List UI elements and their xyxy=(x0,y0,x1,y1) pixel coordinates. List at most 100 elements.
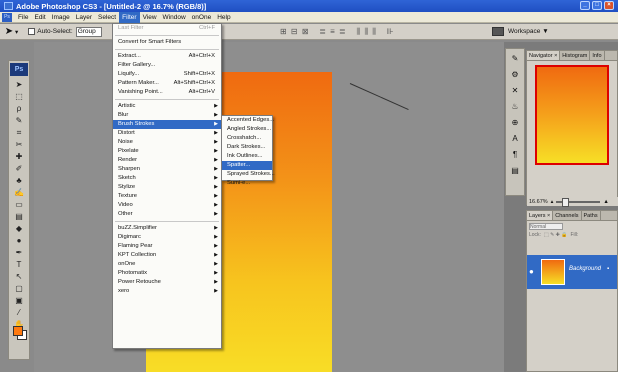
path-select-icon[interactable]: ↖ xyxy=(10,271,28,282)
dodge-tool-icon[interactable]: ● xyxy=(10,235,28,246)
filter-item-digimarc[interactable]: Digimarc ▶ xyxy=(113,233,221,242)
brush-item-dark-strokes[interactable]: Dark Strokes... xyxy=(222,143,272,152)
auto-select-dropdown[interactable]: Group xyxy=(75,26,102,37)
blur-tool-icon[interactable]: ◆ xyxy=(10,223,28,234)
workspace-label[interactable]: Workspace ▼ xyxy=(508,28,549,35)
filter-item-other[interactable]: Other ▶ xyxy=(113,210,221,219)
tab-navigator[interactable]: Navigator × xyxy=(527,51,561,60)
move-tool-icon[interactable]: ➤ xyxy=(3,26,15,38)
menu-layer[interactable]: Layer xyxy=(73,12,95,23)
filter-item-render[interactable]: Render ▶ xyxy=(113,156,221,165)
filter-item-convert-for-smart-filters[interactable]: Convert for Smart Filters xyxy=(113,38,221,47)
filter-item-flaming-pear[interactable]: Flaming Pear ▶ xyxy=(113,242,221,251)
type-tool-icon[interactable]: T xyxy=(10,259,28,270)
history-brush-icon[interactable]: ✍ xyxy=(10,187,28,198)
menu-window[interactable]: Window xyxy=(160,12,189,23)
pen-tool-icon[interactable]: ✒ xyxy=(10,247,28,258)
menu-file[interactable]: File xyxy=(15,12,31,23)
filter-item-xero[interactable]: xero ▶ xyxy=(113,287,221,296)
menu-image[interactable]: Image xyxy=(49,12,73,23)
document-area[interactable] xyxy=(34,42,504,372)
brush-item-angled-strokes[interactable]: Angled Strokes... xyxy=(222,125,272,134)
zoom-value[interactable]: 16.67% xyxy=(529,199,548,205)
brush-item-sumi-e[interactable]: Sumi-e... xyxy=(222,179,272,188)
filter-item-artistic[interactable]: Artistic ▶ xyxy=(113,102,221,111)
filter-item-liquify[interactable]: Liquify... Shift+Ctrl+X xyxy=(113,70,221,79)
visibility-eye-icon[interactable]: ● xyxy=(529,267,539,276)
brush-tool-icon[interactable]: ✐ xyxy=(10,163,28,174)
paragraph-panel-icon[interactable]: ¶ xyxy=(508,148,522,161)
marquee-tool-icon[interactable]: ⬚ xyxy=(10,91,28,102)
filter-item-distort[interactable]: Distort ▶ xyxy=(113,129,221,138)
tab-layers[interactable]: Layers × xyxy=(527,211,554,220)
filter-item-onone[interactable]: onOne ▶ xyxy=(113,260,221,269)
move-tool-icon[interactable]: ➤ xyxy=(10,79,28,90)
quick-select-tool-icon[interactable]: ✎ xyxy=(10,115,28,126)
bridge-icon[interactable] xyxy=(492,27,504,36)
clone-stamp-icon[interactable]: ♣ xyxy=(10,175,28,186)
filter-item-kpt-collection[interactable]: KPT Collection ▶ xyxy=(113,251,221,260)
lock-icons[interactable]: ⬚ ✎ ✚ 🔒 xyxy=(544,232,568,238)
filter-item-video[interactable]: Video ▶ xyxy=(113,201,221,210)
menu-select[interactable]: Select xyxy=(95,12,119,23)
filter-item-extract[interactable]: Extract... Alt+Ctrl+X xyxy=(113,52,221,61)
shape-tool-icon[interactable]: ▢ xyxy=(10,283,28,294)
blend-mode-select[interactable]: Normal xyxy=(529,223,563,230)
tab-channels[interactable]: Channels xyxy=(553,211,582,220)
healing-brush-icon[interactable]: ✚ xyxy=(10,151,28,162)
filter-item-brush-strokes[interactable]: Brush Strokes ▶ xyxy=(113,120,221,129)
zoom-in-icon[interactable]: ▲ xyxy=(603,199,608,205)
eraser-tool-icon[interactable]: ▭ xyxy=(10,199,28,210)
workspace-switcher[interactable]: Workspace ▼ xyxy=(492,27,549,36)
filter-item-texture[interactable]: Texture ▶ xyxy=(113,192,221,201)
filter-item-filter-gallery[interactable]: Filter Gallery... xyxy=(113,61,221,70)
notes-tool-icon[interactable]: ▣ xyxy=(10,295,28,306)
filter-item-photomatix[interactable]: Photomatix ▶ xyxy=(113,269,221,278)
info-panel-icon[interactable]: ▤ xyxy=(508,164,522,177)
foreground-color-swatch[interactable] xyxy=(13,326,23,336)
minimize-button[interactable]: _ xyxy=(580,1,590,10)
navigator-preview[interactable] xyxy=(535,65,609,165)
menu-onone[interactable]: onOne xyxy=(189,12,215,23)
gradient-tool-icon[interactable]: ▤ xyxy=(10,211,28,222)
ps-menu-icon[interactable]: Ps xyxy=(2,12,12,22)
eyedropper-tool-icon[interactable]: ⁄ xyxy=(10,307,28,318)
tool-preset-arrow-icon[interactable]: ▾ xyxy=(15,28,18,36)
filter-item-pattern-maker[interactable]: Pattern Maker... Alt+Shift+Ctrl+X xyxy=(113,79,221,88)
layer-row-background[interactable]: ● Background ▪ xyxy=(527,255,617,289)
tab-info[interactable]: Info xyxy=(590,51,605,60)
filter-item-sketch[interactable]: Sketch ▶ xyxy=(113,174,221,183)
align-distribute-icons[interactable]: ⊞ ⊟ ⊠ ≣ ≡ ≣ ⫼ ⫼ ⫼ ⊪ xyxy=(280,27,395,37)
menu-edit[interactable]: Edit xyxy=(31,12,48,23)
menu-view[interactable]: View xyxy=(140,12,160,23)
zoom-slider[interactable] xyxy=(556,197,601,207)
filter-item-blur[interactable]: Blur ▶ xyxy=(113,111,221,120)
auto-select-checkbox[interactable] xyxy=(28,28,36,35)
brush-item-spatter[interactable]: Spatter... xyxy=(222,161,272,170)
maximize-button[interactable]: □ xyxy=(592,1,602,10)
zoom-out-icon[interactable]: ▴ xyxy=(551,199,554,205)
filter-item-sharpen[interactable]: Sharpen ▶ xyxy=(113,165,221,174)
filter-item-pixelate[interactable]: Pixelate ▶ xyxy=(113,147,221,156)
slice-tool-icon[interactable]: ✂ xyxy=(10,139,28,150)
clone-source-icon[interactable]: ♨ xyxy=(508,100,522,113)
filter-item-buzz-simplifier[interactable]: buZZ.Simplifier ▶ xyxy=(113,224,221,233)
tool-presets-icon[interactable]: ⚙ xyxy=(508,68,522,81)
filter-item-stylize[interactable]: Stylize ▶ xyxy=(113,183,221,192)
tab-histogram[interactable]: Histogram xyxy=(560,51,591,60)
actions-panel-icon[interactable]: ⊕ xyxy=(508,116,522,129)
filter-item-vanishing-point[interactable]: Vanishing Point... Alt+Ctrl+V xyxy=(113,88,221,97)
close-button[interactable]: × xyxy=(604,1,614,10)
character-panel-icon[interactable]: A xyxy=(508,132,522,145)
filter-item-noise[interactable]: Noise ▶ xyxy=(113,138,221,147)
brush-item-accented-edges[interactable]: Accented Edges... xyxy=(222,116,274,125)
brushes-panel-icon[interactable]: ✎ xyxy=(508,52,522,65)
brush-item-ink-outlines[interactable]: Ink Outlines... xyxy=(222,152,272,161)
filter-item-power-retouche[interactable]: Power Retouche ▶ xyxy=(113,278,221,287)
crop-tool-icon[interactable]: ⌗ xyxy=(10,127,28,138)
brush-item-sprayed-strokes[interactable]: Sprayed Strokes... xyxy=(222,170,275,179)
brush-item-crosshatch[interactable]: Crosshatch... xyxy=(222,134,272,143)
lasso-tool-icon[interactable]: ρ xyxy=(10,103,28,114)
menu-help[interactable]: Help xyxy=(214,12,233,23)
tab-paths[interactable]: Paths xyxy=(582,211,601,220)
